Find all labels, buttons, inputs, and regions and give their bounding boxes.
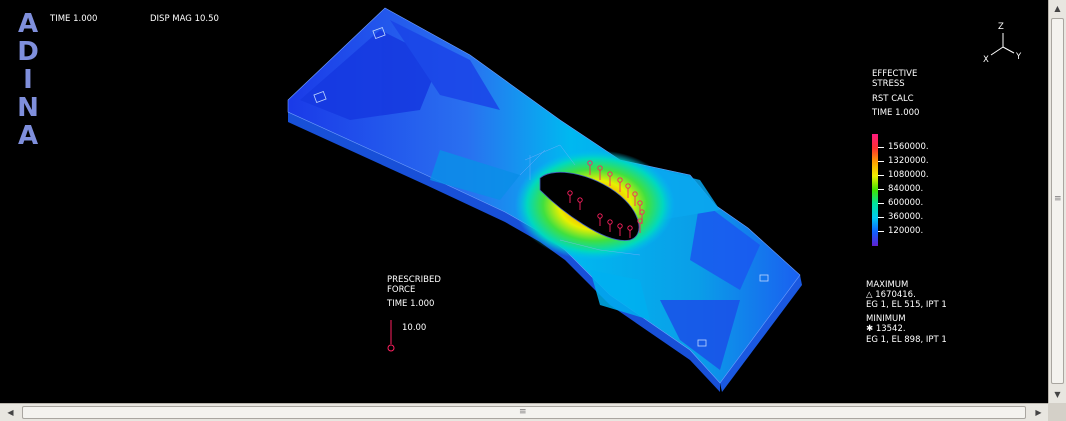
y-axis-label: Y <box>1016 52 1022 62</box>
logo-letter: A <box>17 9 39 39</box>
horizontal-scrollbar[interactable]: ◀ ≡ ▶ <box>0 403 1048 421</box>
scroll-right-button[interactable]: ▶ <box>1030 404 1047 421</box>
scroll-up-button[interactable]: ▲ <box>1049 0 1066 17</box>
force-legend-title-line1: PRESCRIBED <box>387 275 441 285</box>
logo-letter: I <box>23 65 33 95</box>
scrollbar-corner <box>1048 403 1066 421</box>
legend-tick <box>878 161 884 162</box>
vertical-scroll-thumb[interactable]: ≡ <box>1051 18 1064 384</box>
minimum-label: MINIMUM <box>866 314 906 324</box>
x-axis-label: X <box>983 55 989 65</box>
legend-level: 360000. <box>888 212 924 222</box>
thumb-grip-icon: ≡ <box>1054 194 1062 204</box>
legend-level: 840000. <box>888 184 924 194</box>
minimum-location: EG 1, EL 898, IPT 1 <box>866 335 947 345</box>
maximum-location: EG 1, EL 515, IPT 1 <box>866 300 947 310</box>
legend-subtitle: RST CALC <box>872 94 914 104</box>
adina-logo: A D I N A <box>14 10 42 150</box>
force-legend-time-label: TIME 1.000 <box>387 299 435 309</box>
legend-tick <box>878 175 884 176</box>
legend-level: 120000. <box>888 226 924 236</box>
horizontal-scroll-thumb[interactable]: ≡ <box>22 406 1026 419</box>
maximum-value: △ 1670416. <box>866 290 916 300</box>
force-legend-arrow <box>387 320 395 352</box>
thumb-grip-icon: ≡ <box>519 407 527 417</box>
vertical-scrollbar[interactable]: ▲ ≡ ▼ <box>1048 0 1066 403</box>
maximum-label: MAXIMUM <box>866 280 909 290</box>
legend-level: 1560000. <box>888 142 929 152</box>
disp-mag-label: DISP MAG 10.50 <box>150 14 219 24</box>
force-legend-title-line2: FORCE <box>387 285 416 295</box>
force-legend-value: 10.00 <box>402 323 427 333</box>
legend-time-label: TIME 1.000 <box>872 108 920 118</box>
legend-title-line1: EFFECTIVE <box>872 69 918 79</box>
logo-letter: D <box>17 37 39 67</box>
legend-tick <box>878 203 884 204</box>
minimum-value: ✱ 13542. <box>866 324 906 334</box>
axis-triad <box>990 33 1015 56</box>
legend-level: 1320000. <box>888 156 929 166</box>
legend-tick <box>878 231 884 232</box>
legend-tick <box>878 147 884 148</box>
legend-tick <box>878 189 884 190</box>
z-axis-label: Z <box>998 22 1004 32</box>
scroll-left-button[interactable]: ◀ <box>2 404 19 421</box>
time-label: TIME 1.000 <box>50 14 98 24</box>
legend-title-line2: STRESS <box>872 79 905 89</box>
logo-letter: N <box>17 93 39 123</box>
graphics-viewport[interactable]: A D I N A TIME 1.000 DISP MAG 10.50 Z X … <box>0 0 1048 403</box>
stress-color-bar <box>872 134 878 246</box>
logo-letter: A <box>17 121 39 151</box>
scroll-down-button[interactable]: ▼ <box>1049 386 1066 403</box>
legend-level: 600000. <box>888 198 924 208</box>
legend-tick <box>878 217 884 218</box>
legend-level: 1080000. <box>888 170 929 180</box>
